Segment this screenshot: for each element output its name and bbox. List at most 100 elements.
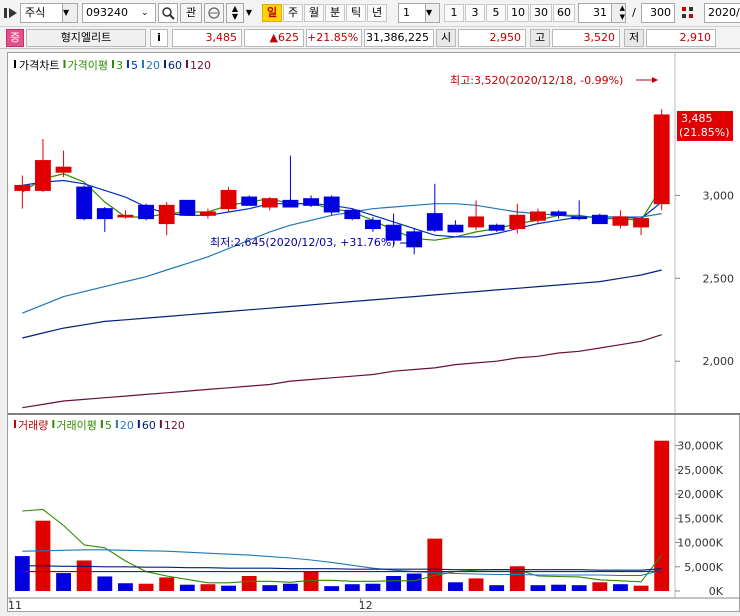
high-annotation: 최고:3,520(2020/12/18, -0.99%) [450,74,623,87]
price-tick-label: 3,000 [703,189,735,202]
period-tab-1[interactable]: 주 [283,4,303,22]
toolbar: 주식 ▼ 093240 ⌄ 관 ▲ ▼ ▼ 일주월분틱년 1 ▼ 1 3 5 10 30 6… [0,0,740,27]
stock-info-bar: 증 형지엘리트 i 3,485 ▲625 +21.85% 31,386,225 … [0,27,740,49]
candle [179,199,196,216]
price-panel-bg [8,53,740,413]
candle-body [303,198,319,206]
price-legend-item: 120 [190,59,211,72]
spin-updown-icon[interactable]: ▲ ▼ [226,3,244,23]
current-price: 3,485 [172,29,242,47]
quick-period-2[interactable]: 5 [486,4,506,22]
chevron-down-icon[interactable]: ▼ [425,4,439,22]
candle-body [571,216,588,220]
low-annotation: 최저:2,645(2020/12/03, +31.76%) [210,236,396,249]
candle-body [530,211,546,221]
candle-body [55,166,72,173]
volume-legend-item: 거래량 [18,419,48,432]
candle-body [653,114,670,205]
volume-bar [283,583,298,591]
period-tab-5[interactable]: 년 [367,4,387,22]
candle-body [96,208,113,220]
volume-bar [427,538,443,591]
low-price: 2,910 [646,29,716,47]
period-tab-2[interactable]: 월 [304,4,324,22]
unit-select[interactable]: 1 ▼ [398,3,440,23]
count-separator: / [632,6,636,19]
sync-icon[interactable] [204,3,224,23]
candle-body [591,214,608,225]
legend-marker [14,420,16,428]
quick-period-4[interactable]: 30 [530,4,552,22]
price-legend-item: 가격차트 [19,59,59,72]
price-legend-item: 3 [116,59,123,72]
volume-bar [613,584,628,591]
volume-bar [97,576,113,591]
volume-legend-item: 5 [105,419,112,432]
price-change-pct: +21.85% [306,29,362,47]
chevron-down-icon[interactable]: ▼ [62,4,77,22]
candle [653,109,670,211]
candle-body [200,211,216,216]
range-input[interactable]: 31 ▲ ▼ [578,3,626,23]
quick-period-1[interactable]: 3 [465,4,485,22]
spin-updown-icon[interactable]: ▲ ▼ [611,4,625,22]
chart-panel[interactable]: 3,000 2,500 2,000 가격차트 가격이평 3 5 20 60 120 최고:3,520… [7,52,740,612]
price-legend-item: 60 [168,59,182,72]
info-button[interactable]: i [150,29,168,47]
chevron-down-icon[interactable]: ▼ [244,4,254,22]
stock-code-input[interactable]: 093240 ⌄ [82,3,156,23]
volume-bar [241,575,257,591]
volume-tick-label: 30,000K [677,440,723,453]
stock-chart: 3,0002,5002,000가격차트 가격이평 3 5 20 60 120최고:3,520… [8,53,740,612]
chevron-down-icon[interactable]: ⌄ [141,4,155,22]
volume-bar [530,585,546,591]
candle-body [117,214,134,218]
volume-ma-line-60 [22,565,662,571]
quick-period-3[interactable]: 10 [507,4,529,22]
market-select-value: 주식 [25,6,46,19]
watch-button[interactable]: 관 [180,3,202,23]
candle [220,187,237,212]
x-tick-label: 11 [8,599,22,612]
candle-body [220,189,237,210]
volume-bar [592,582,608,591]
search-icon[interactable] [158,3,178,23]
legend-marker [100,420,103,428]
candle-body [365,219,381,230]
candle [591,213,608,225]
price-legend-item: 가격이평 [67,59,107,72]
legend-marker [111,60,114,68]
candle-body [14,184,31,191]
menu-arrow-icon[interactable] [4,6,18,20]
price-tick-label: 2,000 [703,355,735,368]
quick-period-0[interactable]: 1 [444,4,464,22]
candle [138,203,154,221]
date-input[interactable]: 2020/ [704,3,740,23]
candle [76,185,93,221]
quick-period-5[interactable]: 60 [553,4,575,22]
high-label: 고 [530,29,550,47]
legend-marker [14,60,16,68]
volume-bar [406,573,422,591]
volume-bar [654,440,670,591]
grid-settings-icon[interactable] [678,4,698,22]
open-label: 시 [436,29,456,47]
candle-body [323,196,340,213]
legend-marker [126,60,129,68]
legend-marker [63,60,66,68]
candle-body [344,209,361,220]
candle-body [261,198,278,208]
legend-marker [159,420,162,428]
market-select[interactable]: 주식 ▼ [20,3,78,23]
period-tab-0[interactable]: 일 [262,4,282,22]
candle-body [509,214,526,230]
period-tab-3[interactable]: 분 [325,4,345,22]
volume-bar [386,575,401,591]
volume-bar [221,585,236,591]
period-tab-4[interactable]: 틱 [346,4,366,22]
volume-bar [200,584,216,591]
volume-tick-label: 20,000K [677,488,723,501]
open-price: 2,950 [458,29,526,47]
count-input[interactable]: 300 [641,3,675,23]
price-panel: 3,0002,5002,000가격차트 가격이평 3 5 20 60 120최고:3,520… [8,53,740,598]
